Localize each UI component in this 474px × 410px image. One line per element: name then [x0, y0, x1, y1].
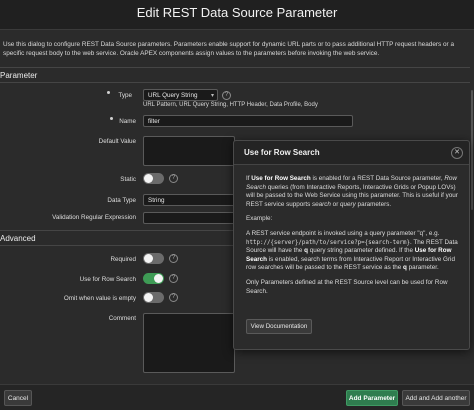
help-popup: Use for Row Search ✕ If Use for Row Sear…	[233, 140, 470, 350]
dialog-title: Edit REST Data Source Parameter	[136, 5, 338, 20]
omit-empty-toggle[interactable]	[143, 292, 164, 303]
comment-label: Comment	[108, 315, 136, 322]
name-input[interactable]: filter	[143, 115, 353, 127]
help-popup-header: Use for Row Search ✕	[234, 141, 469, 165]
type-select-value: URL Query String	[148, 92, 198, 99]
type-options-list: URL Pattern, URL Query String, HTTP Head…	[143, 102, 318, 108]
static-toggle[interactable]	[143, 173, 164, 184]
static-label: Static	[120, 176, 136, 183]
help-paragraph: A REST service endpoint is invoked using…	[246, 229, 458, 272]
data-type-select[interactable]: String	[143, 194, 235, 206]
name-label: Name	[119, 118, 136, 125]
toggle-knob	[154, 274, 163, 283]
help-paragraph: If Use for Row Search is enabled for a R…	[246, 175, 458, 208]
chevron-down-icon: ▾	[210, 93, 214, 99]
help-icon[interactable]: ?	[169, 293, 178, 302]
row-search-label: Use for Row Search	[79, 276, 136, 283]
type-select[interactable]: URL Query String ▾	[143, 89, 218, 101]
validation-regex-label: Validation Regular Expression	[52, 214, 136, 221]
view-documentation-button[interactable]: View Documentation	[246, 319, 312, 334]
dialog-header: Edit REST Data Source Parameter	[0, 0, 474, 30]
cancel-button[interactable]: Cancel	[4, 390, 32, 406]
help-icon[interactable]: ?	[222, 91, 231, 100]
help-popup-title: Use for Row Search	[244, 148, 320, 157]
toggle-knob	[144, 174, 153, 183]
section-divider	[0, 82, 474, 83]
dialog-intro: Use this dialog to configure REST Data S…	[3, 41, 455, 57]
section-divider	[0, 67, 474, 68]
add-and-add-another-button[interactable]: Add and Add another	[402, 390, 470, 406]
help-paragraph: Example:	[246, 215, 273, 223]
add-parameter-button[interactable]: Add Parameter	[346, 390, 398, 406]
default-value-label: Default Value	[98, 138, 136, 145]
toggle-knob	[144, 293, 153, 302]
toggle-knob	[144, 254, 153, 263]
default-value-textarea[interactable]	[143, 136, 235, 166]
section-heading-parameter: Parameter	[0, 71, 38, 80]
validation-regex-input[interactable]	[143, 212, 235, 224]
required-label: Required	[110, 256, 136, 263]
data-type-select-value: String	[148, 197, 165, 204]
omit-empty-label: Omit when value is empty	[63, 295, 136, 302]
help-icon[interactable]: ?	[169, 274, 178, 283]
help-paragraph: Only Parameters defined at the REST Sour…	[246, 278, 448, 295]
help-icon[interactable]: ?	[169, 174, 178, 183]
required-toggle[interactable]	[143, 253, 164, 264]
comment-textarea[interactable]	[143, 313, 235, 373]
scrollbar-thumb[interactable]	[471, 90, 473, 210]
data-type-label: Data Type	[107, 197, 136, 204]
help-icon[interactable]: ?	[169, 254, 178, 263]
type-label: Type	[118, 92, 132, 99]
scrollbar[interactable]	[470, 30, 474, 384]
row-search-toggle[interactable]	[143, 273, 164, 284]
close-icon[interactable]: ✕	[451, 147, 463, 159]
help-popup-body: If Use for Row Search is enabled for a R…	[246, 175, 463, 302]
